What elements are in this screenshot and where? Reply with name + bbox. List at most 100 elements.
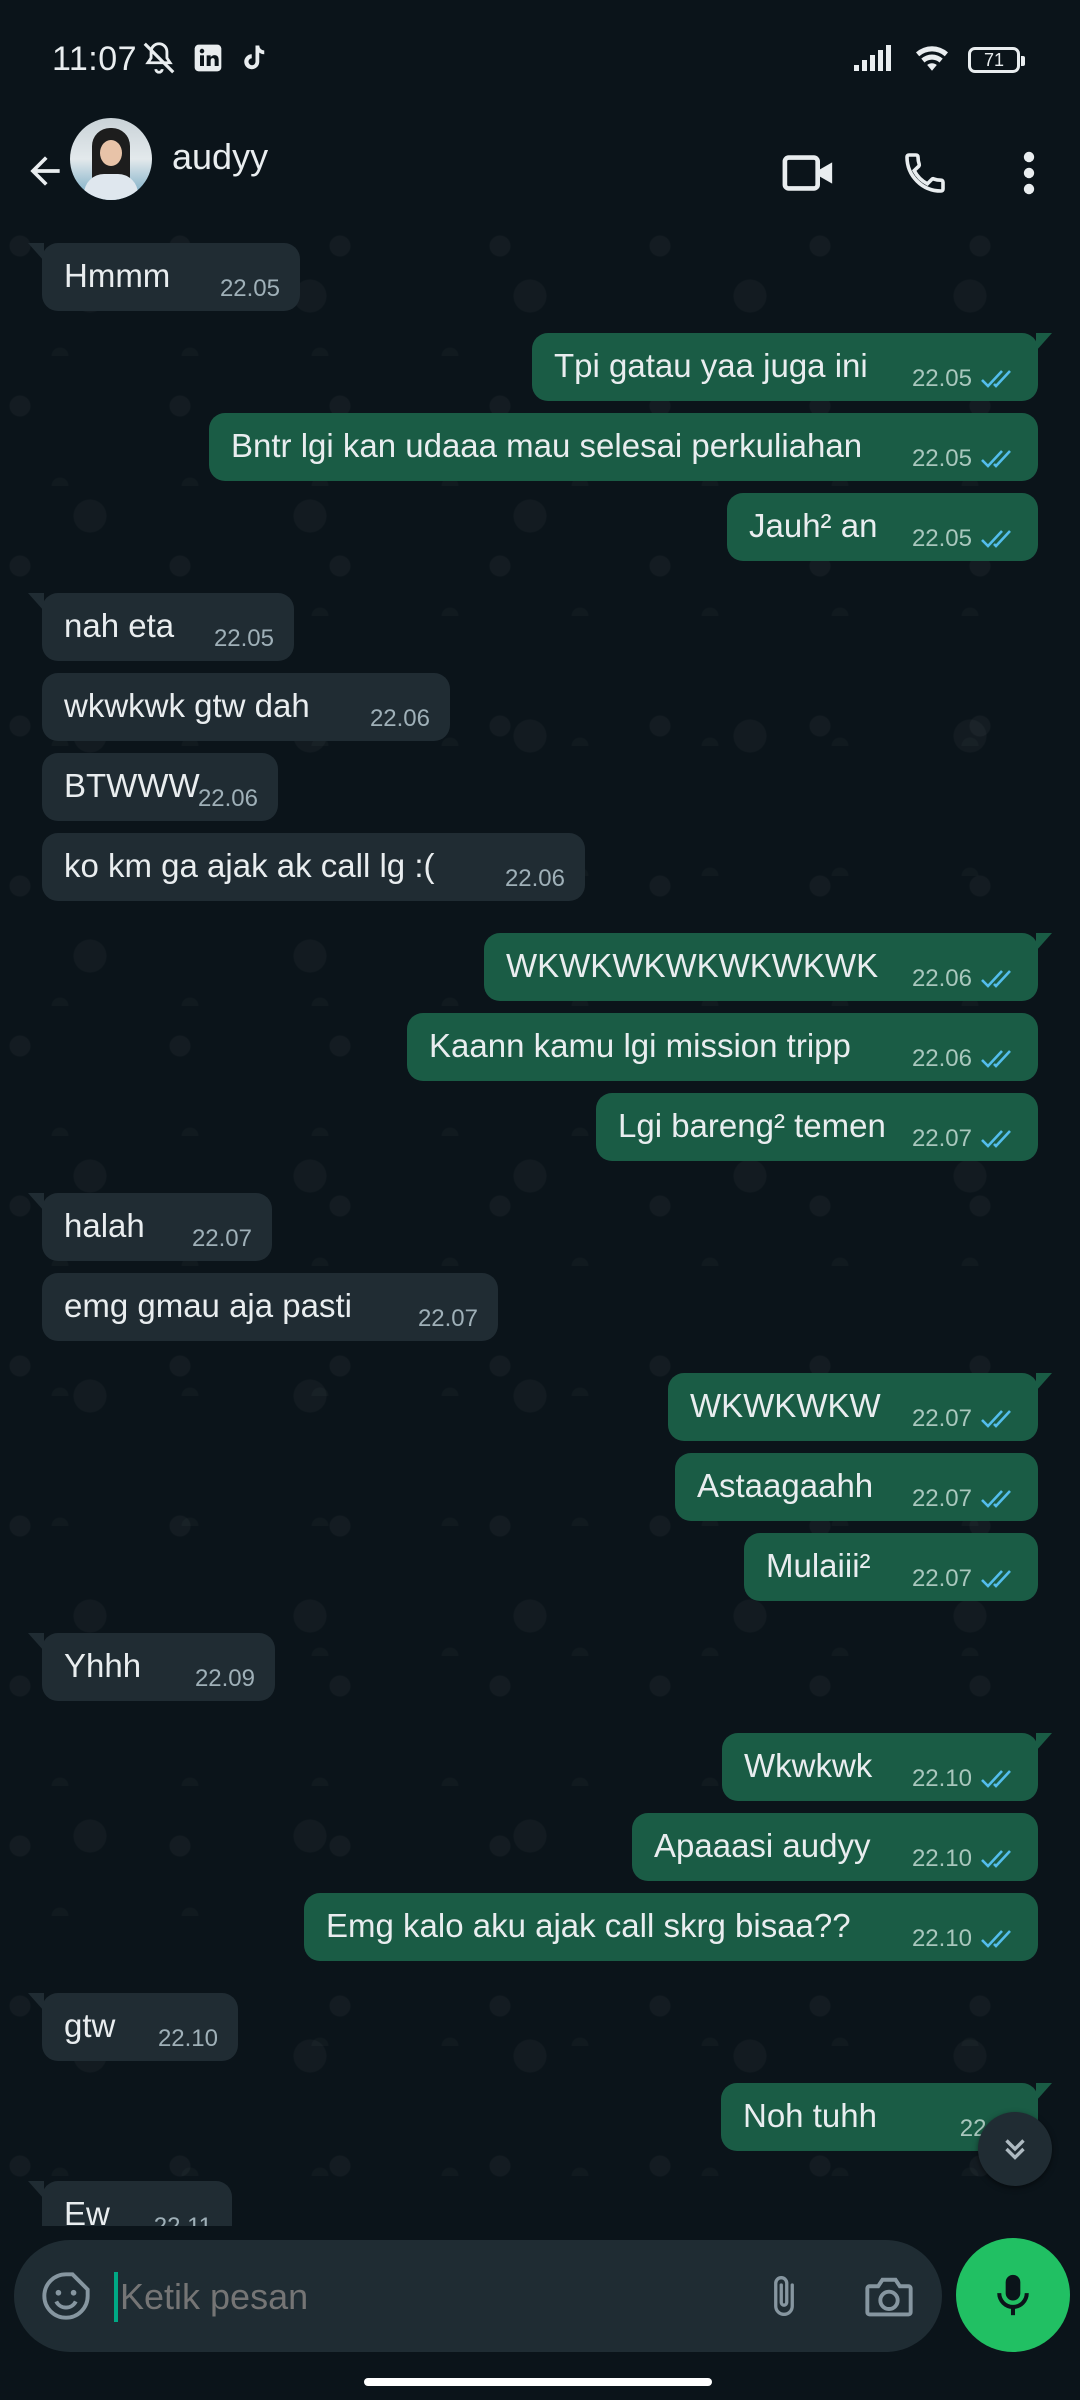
emoji-button[interactable] bbox=[34, 2264, 98, 2328]
read-ticks-icon bbox=[981, 1930, 1011, 1948]
message-text: Noh tuhh bbox=[743, 2097, 877, 2134]
back-button[interactable] bbox=[14, 140, 76, 202]
bubble-tail bbox=[1036, 333, 1052, 351]
voice-call-icon bbox=[905, 153, 945, 193]
status-bar: 11:07 71 bbox=[0, 0, 1080, 118]
message-time: 22.07 bbox=[911, 1405, 972, 1432]
message-time: 22.07 bbox=[191, 1225, 252, 1252]
navigation-handle[interactable] bbox=[364, 2378, 712, 2386]
outgoing-message[interactable]: Apaaasi audyy 22.10 bbox=[632, 1813, 1038, 1881]
message-meta: 22.07 bbox=[912, 1565, 1018, 1593]
message-text: Tpi gatau yaa juga ini bbox=[554, 347, 868, 384]
message-time: 22.05 bbox=[219, 275, 280, 302]
message-text: WKWKWKW bbox=[690, 1387, 881, 1424]
message-meta: 22.10 bbox=[912, 1925, 1018, 1953]
read-ticks-icon bbox=[981, 370, 1011, 388]
mic-icon bbox=[997, 2274, 1029, 2316]
incoming-message[interactable]: wkwkwk gtw dah 22.06 bbox=[42, 673, 450, 741]
incoming-message[interactable]: Yhhh 22.09 bbox=[28, 1633, 275, 1701]
message-text: Mulaiii² bbox=[766, 1547, 871, 1584]
read-ticks-icon bbox=[981, 1050, 1011, 1068]
message-text: Astaagaahh bbox=[697, 1467, 874, 1504]
message-text: Lgi bareng² temen bbox=[618, 1107, 886, 1144]
message-time: 22.10 bbox=[157, 2025, 218, 2052]
message-text: Hmmm bbox=[64, 257, 171, 294]
battery-icon: 71 bbox=[968, 47, 1025, 73]
linkedin-icon bbox=[192, 42, 224, 79]
message-text: Apaaasi audyy bbox=[654, 1827, 871, 1864]
incoming-message[interactable]: Hmmm 22.05 bbox=[28, 243, 300, 311]
outgoing-message[interactable]: Tpi gatau yaa juga ini 22.05 bbox=[532, 333, 1052, 401]
bubble-tail bbox=[1036, 2083, 1052, 2101]
read-ticks-icon bbox=[981, 1770, 1011, 1788]
read-ticks-icon bbox=[981, 530, 1011, 548]
message-text: Bntr lgi kan udaaa mau selesai perkuliah… bbox=[231, 427, 863, 464]
bubble-tail bbox=[1036, 1373, 1052, 1391]
message-text: nah eta bbox=[64, 607, 175, 644]
voice-message-button[interactable] bbox=[956, 2238, 1070, 2352]
video-call-button[interactable] bbox=[776, 140, 842, 206]
message-time: 22.07 bbox=[911, 1485, 972, 1512]
message-meta: 22.10 bbox=[912, 1845, 1018, 1873]
more-options-button[interactable] bbox=[996, 140, 1062, 206]
avatar[interactable] bbox=[70, 118, 152, 200]
incoming-message[interactable]: ko km ga ajak ak call lg :(22.06 bbox=[42, 833, 585, 901]
chat-header: audyy bbox=[0, 118, 1080, 227]
message-text: wkwkwk gtw dah bbox=[64, 687, 310, 724]
incoming-message[interactable]: halah 22.07 bbox=[28, 1193, 272, 1261]
message-time: 22.06 bbox=[197, 785, 258, 812]
outgoing-message[interactable]: Bntr lgi kan udaaa mau selesai perkuliah… bbox=[209, 413, 1038, 481]
message-meta: 22.06 bbox=[912, 1045, 1018, 1073]
message-text: Yhhh bbox=[64, 1647, 142, 1684]
message-time: 22.10 bbox=[911, 1845, 972, 1872]
message-meta: 22.11 bbox=[154, 2213, 212, 2226]
outgoing-message[interactable]: Lgi bareng² temen 22.07 bbox=[596, 1093, 1038, 1161]
message-text: BTWWW bbox=[64, 767, 200, 804]
outgoing-message[interactable]: WKWKWKWKWKWKWK 22.06 bbox=[484, 933, 1052, 1001]
incoming-message[interactable]: nah eta 22.05 bbox=[28, 593, 294, 661]
tiktok-icon bbox=[238, 42, 268, 79]
incoming-message[interactable]: Ew 22.11 bbox=[28, 2181, 232, 2226]
outgoing-message[interactable]: Emg kalo aku ajak call skrg bisaa?? 22.10 bbox=[304, 1893, 1038, 1961]
outgoing-message[interactable]: WKWKWKW 22.07 bbox=[668, 1373, 1052, 1441]
message-time: 22.05 bbox=[213, 625, 274, 652]
contact-name[interactable]: audyy bbox=[172, 136, 268, 178]
message-meta: 22.07 bbox=[912, 1405, 1018, 1433]
read-ticks-icon bbox=[981, 450, 1011, 468]
message-meta: 22.06 bbox=[505, 865, 565, 893]
outgoing-message[interactable]: Jauh² an 22.05 bbox=[727, 493, 1038, 561]
message-meta: 22.05 bbox=[214, 625, 274, 653]
message-time: 22.06 bbox=[911, 1045, 972, 1072]
outgoing-message[interactable]: Mulaiii² 22.07 bbox=[744, 1533, 1038, 1601]
message-time: 22.05 bbox=[911, 365, 972, 392]
voice-call-button[interactable] bbox=[892, 140, 958, 206]
message-meta: 22.07 bbox=[418, 1305, 478, 1333]
message-text: WKWKWKWKWKWKWK bbox=[506, 947, 879, 984]
message-time: 22.05 bbox=[911, 445, 972, 472]
message-time: 22.07 bbox=[417, 1305, 478, 1332]
outgoing-message[interactable]: Wkwkwk 22.10 bbox=[722, 1733, 1052, 1801]
bubble-tail bbox=[28, 1993, 44, 2011]
incoming-message[interactable]: BTWWW 22.06 bbox=[42, 753, 278, 821]
outgoing-message[interactable]: Astaagaahh 22.07 bbox=[675, 1453, 1038, 1521]
message-meta: 22.05 bbox=[912, 525, 1018, 553]
message-text: Emg kalo aku ajak call skrg bisaa?? bbox=[326, 1907, 851, 1944]
outgoing-message[interactable]: Kaann kamu lgi mission tripp 22.06 bbox=[407, 1013, 1038, 1081]
message-input[interactable] bbox=[118, 2266, 722, 2328]
incoming-message[interactable]: gtw 22.10 bbox=[28, 1993, 238, 2061]
incoming-message[interactable]: emg gmau aja pasti 22.07 bbox=[42, 1273, 498, 1341]
message-meta: 22.09 bbox=[195, 1665, 255, 1693]
message-meta: 22.07 bbox=[912, 1485, 1018, 1513]
read-ticks-icon bbox=[981, 970, 1011, 988]
message-meta: 22.05 bbox=[912, 365, 1018, 393]
read-ticks-icon bbox=[981, 1850, 1011, 1868]
message-time: 22.11 bbox=[154, 2213, 212, 2226]
scroll-to-bottom-button[interactable] bbox=[978, 2112, 1052, 2186]
camera-button[interactable] bbox=[852, 2262, 926, 2330]
message-meta: 22.10 bbox=[158, 2025, 218, 2053]
signal-icon bbox=[852, 43, 896, 78]
chat-area[interactable]: Hmmm 22.05 Tpi gatau yaa juga ini 22.05 Bntr… bbox=[0, 226, 1080, 2226]
attach-button[interactable] bbox=[750, 2262, 818, 2330]
message-text: Wkwkwk bbox=[744, 1747, 873, 1784]
message-time: 22.07 bbox=[911, 1125, 972, 1152]
